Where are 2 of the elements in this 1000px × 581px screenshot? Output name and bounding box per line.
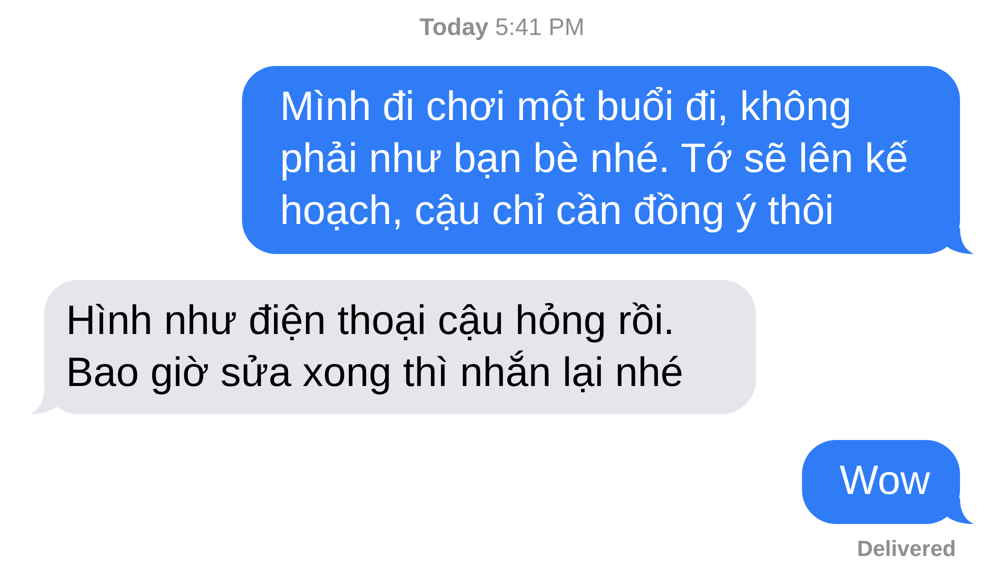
delivery-status: Delivered bbox=[856, 536, 956, 562]
timestamp: Today 5:41 PM bbox=[418, 14, 586, 42]
